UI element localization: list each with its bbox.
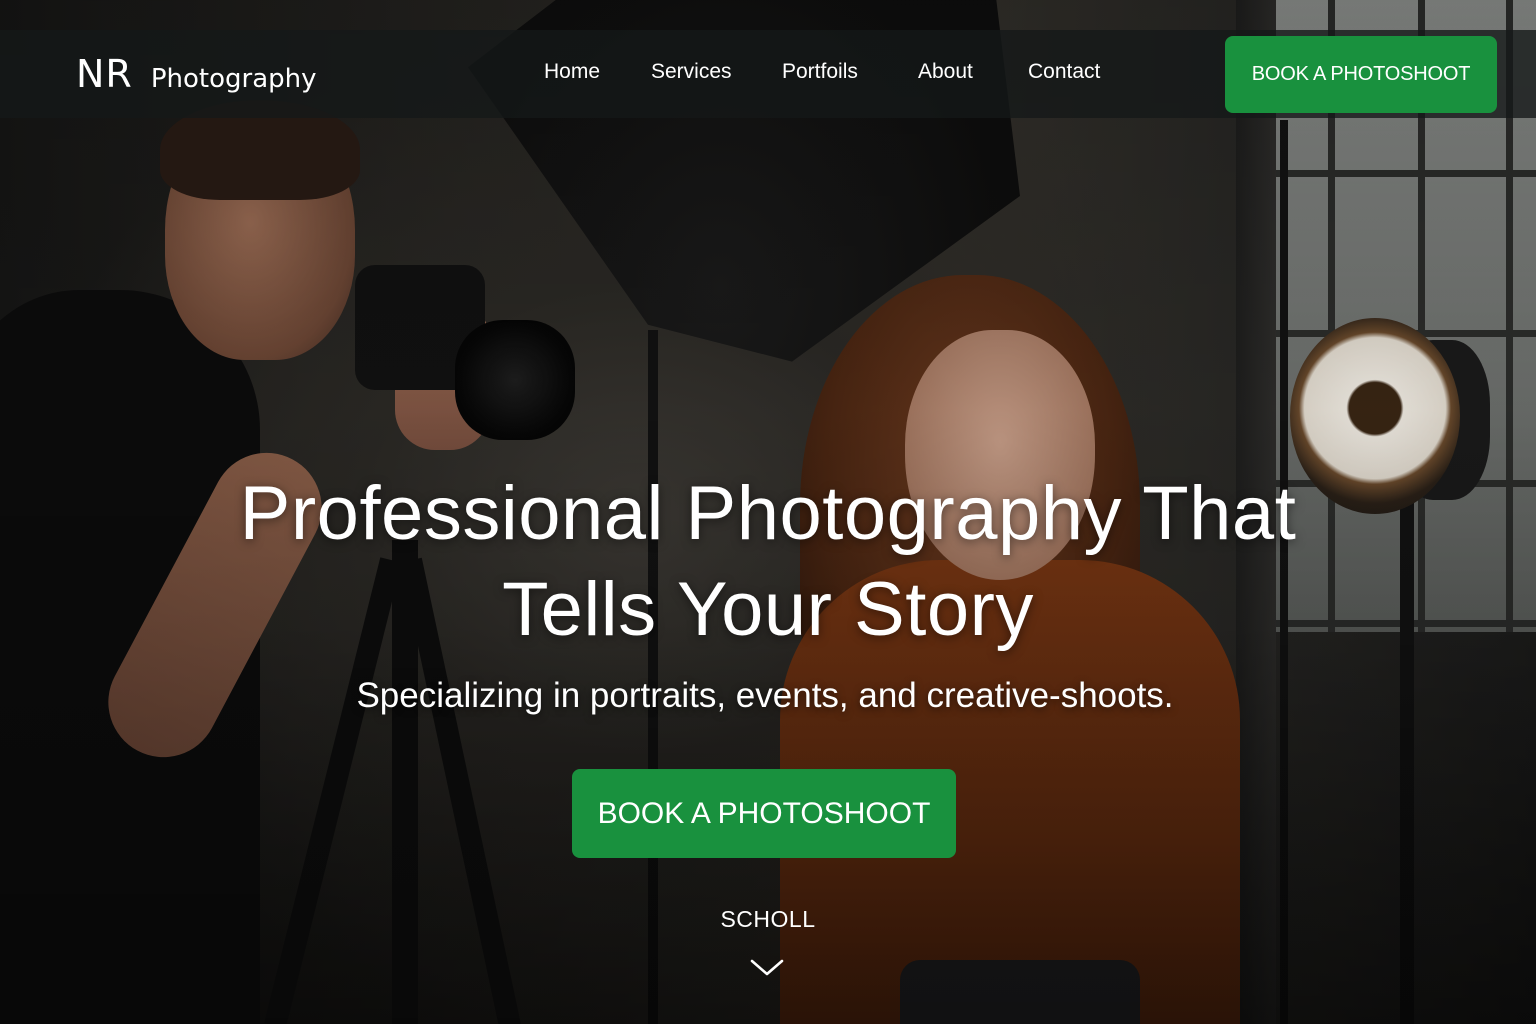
brand-logo[interactable]: NR Photography	[76, 52, 317, 96]
hero-subtitle: Specializing in portraits, events, and c…	[356, 676, 1174, 715]
hero-book-photoshoot-button[interactable]: BOOK A PHOTOSHOOT	[572, 769, 956, 858]
scroll-label: SCHOLL	[720, 906, 816, 932]
hero-title-line1: Professional Photography That	[239, 471, 1297, 556]
brand-mark: NR	[76, 52, 133, 96]
nav-link-about[interactable]: About	[918, 60, 973, 84]
brand-name: Photography	[150, 64, 317, 94]
chevron-down-icon[interactable]	[750, 958, 784, 978]
hero-title-line2: Tells Your Story	[502, 567, 1034, 652]
hero-title: Professional Photography That Tells Your…	[0, 466, 1536, 658]
nav-link-services[interactable]: Services	[651, 60, 732, 84]
nav-link-portfolios[interactable]: Portfoils	[782, 60, 858, 84]
nav-link-contact[interactable]: Contact	[1028, 60, 1100, 84]
nav-link-home[interactable]: Home	[544, 60, 600, 84]
nav-book-photoshoot-button[interactable]: BOOK A PHOTOSHOOT	[1225, 36, 1497, 113]
